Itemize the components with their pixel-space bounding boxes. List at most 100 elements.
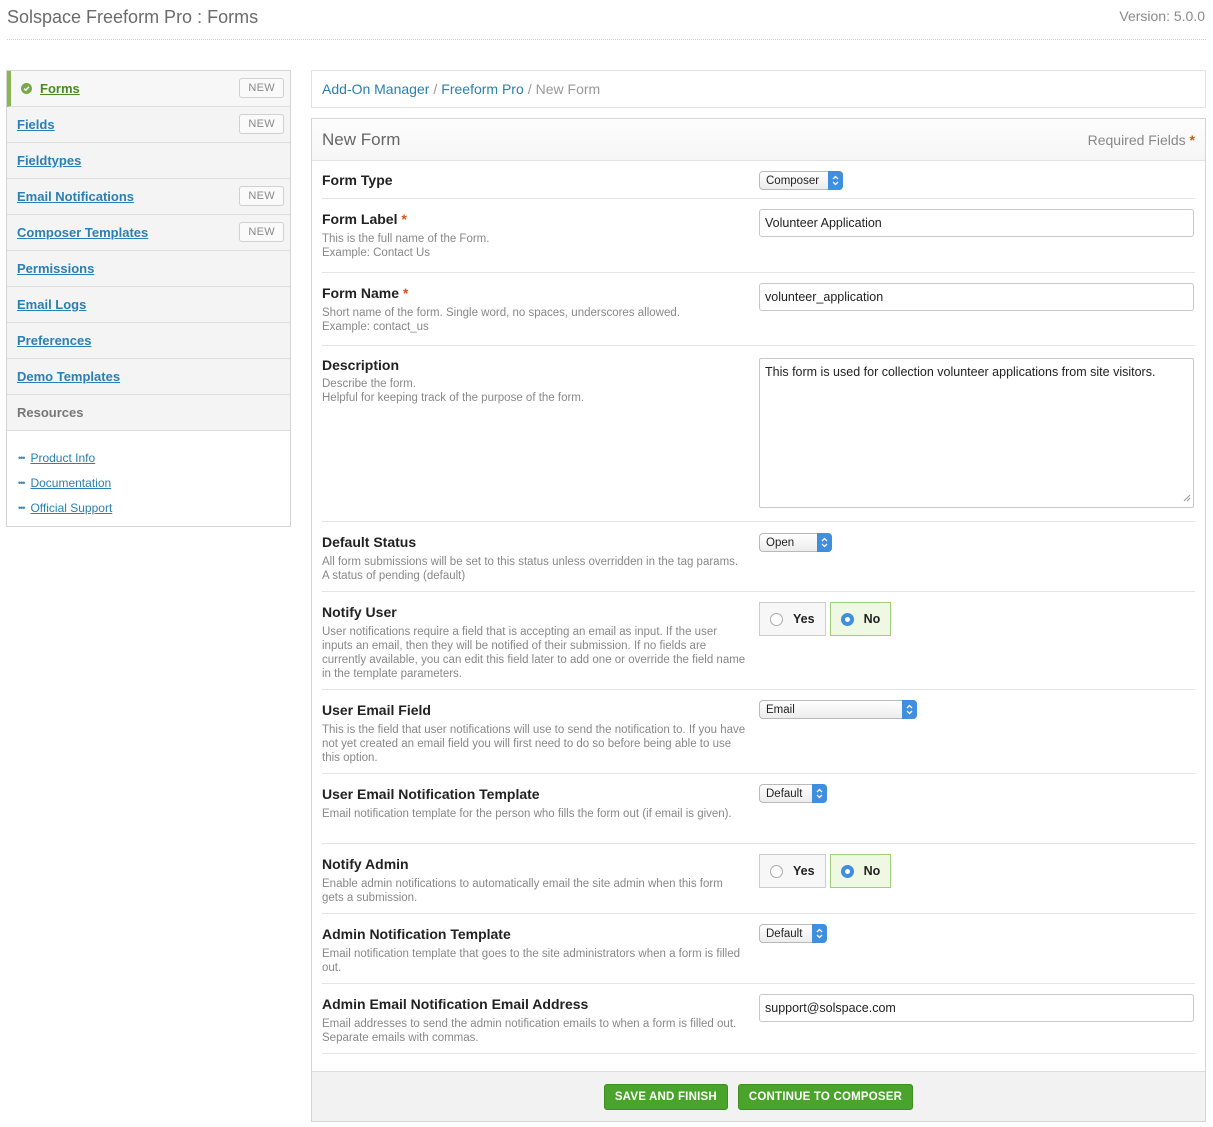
resources-list: ••• Product Info ••• Documentation ••• O… (7, 431, 290, 520)
notify-user-radio-group: Yes No (759, 602, 892, 636)
ellipsis-icon: ••• (18, 502, 26, 513)
description-row: Description Describe the form. Helpful f… (322, 346, 1195, 522)
breadcrumb-current: New Form (535, 81, 601, 97)
check-icon (21, 83, 32, 94)
sidebar-item-fieldtypes[interactable]: Fieldtypes (7, 143, 290, 179)
breadcrumb-freeform-pro[interactable]: Freeform Pro (441, 81, 523, 97)
breadcrumb-addon-manager[interactable]: Add-On Manager (322, 81, 429, 97)
required-fields-note: Required Fields * (1088, 132, 1195, 148)
admin-template-description: Email notification template that goes to… (322, 948, 741, 974)
notify-user-row: Notify User User notifications require a… (322, 592, 1195, 690)
notify-admin-yes[interactable]: Yes (759, 854, 826, 888)
notify-user-no-label: No (863, 612, 881, 626)
admin-email-label: Admin Email Notification Email Address (322, 996, 589, 1012)
form-name-description: Short name of the form. Single word, no … (322, 306, 747, 334)
form-type-control: Composer (759, 171, 843, 190)
select-arrows-icon (902, 700, 917, 719)
ellipsis-icon: ••• (18, 452, 26, 463)
form-name-input[interactable]: volunteer_application (759, 283, 1194, 311)
default-status-row: Default Status All form submissions will… (322, 522, 1195, 592)
select-arrows-icon (812, 784, 827, 803)
form-name-label: Form Name * (322, 285, 408, 301)
panel-title: New Form (322, 129, 401, 149)
new-form-panel: New Form Required Fields * Form Type Com… (311, 118, 1206, 1122)
form-label-description: This is the full name of the Form. Examp… (322, 232, 747, 260)
resource-item: ••• Product Info (18, 445, 290, 470)
resize-handle-icon[interactable] (1183, 491, 1191, 505)
required-star-icon: * (402, 285, 409, 301)
new-badge: NEW (239, 222, 284, 242)
notify-admin-no[interactable]: No (829, 854, 892, 888)
user-email-template-value: Default (766, 787, 803, 800)
user-email-field-label: User Email Field (322, 702, 431, 718)
breadcrumb: Add-On Manager / Freeform Pro / New Form (311, 70, 1206, 108)
description-desc-line-2: Helpful for keeping track of the purpose… (322, 392, 585, 404)
notify-admin-label: Notify Admin (322, 856, 409, 872)
user-email-field-select[interactable]: Email (759, 700, 917, 719)
sidebar-item-label[interactable]: Fieldtypes (17, 153, 81, 168)
radio-checked-icon (840, 612, 854, 626)
admin-email-input[interactable]: support@solspace.com (759, 994, 1194, 1022)
default-status-label: Default Status (322, 534, 417, 550)
notify-admin-no-label: No (863, 864, 881, 878)
default-status-control: Open (759, 533, 832, 552)
sidebar-item-email-logs[interactable]: Email Logs (7, 287, 290, 323)
form-name-control: volunteer_application (759, 283, 1194, 311)
official-support-link[interactable]: Official Support (30, 501, 112, 515)
form-name-row: Form Name * Short name of the form. Sing… (322, 273, 1195, 346)
form-label-input[interactable]: Volunteer Application (759, 209, 1194, 237)
resource-item: ••• Documentation (18, 470, 290, 495)
admin-template-select[interactable]: Default (759, 924, 827, 943)
sidebar-item-label[interactable]: Demo Templates (17, 369, 120, 384)
sidebar-item-label[interactable]: Email Logs (17, 297, 86, 312)
sidebar-item-label[interactable]: Fields (17, 117, 55, 132)
form-type-select[interactable]: Composer (759, 171, 843, 190)
sidebar-item-permissions[interactable]: Permissions (7, 251, 290, 287)
continue-to-composer-button[interactable]: CONTINUE TO COMPOSER (737, 1083, 914, 1110)
sidebar-item-composer-templates[interactable]: Composer Templates NEW (7, 215, 290, 251)
notify-user-yes[interactable]: Yes (759, 602, 826, 636)
user-email-field-value: Email (766, 703, 795, 716)
form-label-desc-line: This is the full name of the Form. (322, 233, 490, 245)
description-textarea[interactable]: This form is used for collection volunte… (759, 358, 1194, 508)
product-info-link[interactable]: Product Info (30, 451, 95, 465)
resources-heading: Resources (7, 395, 290, 431)
new-badge: NEW (239, 78, 284, 98)
form-label-control: Volunteer Application (759, 209, 1194, 237)
description-label: Description (322, 357, 400, 373)
version-label: Version: 5.0.0 (1119, 8, 1205, 24)
form-name-title: Form Name (322, 285, 400, 301)
default-status-select[interactable]: Open (759, 533, 832, 552)
documentation-link[interactable]: Documentation (30, 476, 111, 490)
admin-template-label: Admin Notification Template (322, 926, 511, 942)
user-email-field-control: Email (759, 700, 917, 719)
sidebar-item-label[interactable]: Email Notifications (17, 189, 134, 204)
notify-user-no[interactable]: No (829, 602, 892, 636)
radio-unchecked-icon (770, 612, 783, 626)
sidebar-item-preferences[interactable]: Preferences (7, 323, 290, 359)
sidebar-item-label[interactable]: Permissions (17, 261, 94, 276)
notify-user-control: Yes No (759, 602, 892, 636)
required-star-icon: * (1189, 131, 1195, 148)
description-control: This form is used for collection volunte… (759, 358, 1194, 508)
sidebar: Forms NEW Fields NEW Fieldtypes Email No… (6, 70, 291, 527)
sidebar-item-label[interactable]: Composer Templates (17, 225, 148, 240)
new-badge: NEW (239, 114, 284, 134)
sidebar-item-forms[interactable]: Forms NEW (7, 71, 290, 107)
user-email-template-select[interactable]: Default (759, 784, 827, 803)
sidebar-item-email-notifications[interactable]: Email Notifications NEW (7, 179, 290, 215)
select-arrows-icon (817, 533, 832, 552)
new-badge: NEW (239, 186, 284, 206)
sidebar-item-demo-templates[interactable]: Demo Templates (7, 359, 290, 395)
form-type-label: Form Type (322, 172, 393, 188)
save-and-finish-button[interactable]: SAVE AND FINISH (603, 1083, 728, 1110)
user-email-template-description: Email notification template for the pers… (322, 808, 732, 820)
form-label-example: Example: Contact Us (322, 247, 431, 259)
panel-header: New Form Required Fields * (312, 119, 1205, 161)
user-email-field-description: This is the field that user notification… (322, 724, 746, 764)
sidebar-item-label[interactable]: Forms (40, 81, 80, 96)
sidebar-item-fields[interactable]: Fields NEW (7, 107, 290, 143)
form-label-title: Form Label (322, 211, 398, 227)
sidebar-item-label[interactable]: Preferences (17, 333, 91, 348)
form-type-row: Form Type Composer (322, 161, 1195, 199)
